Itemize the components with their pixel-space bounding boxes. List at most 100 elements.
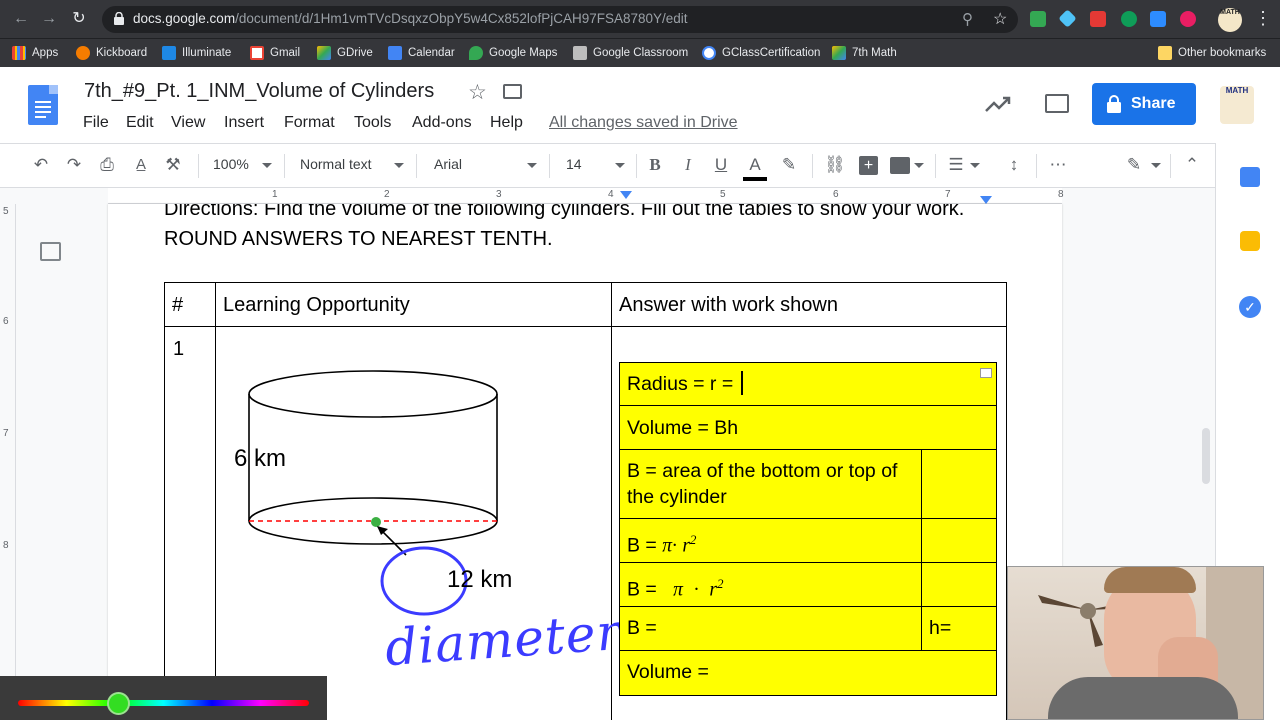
share-button[interactable]: Share — [1092, 83, 1196, 125]
align-left-icon[interactable]: ☰ — [946, 155, 966, 175]
text-color-icon[interactable]: A — [743, 155, 767, 181]
editing-mode-chevron-down-icon[interactable] — [1151, 163, 1161, 168]
print-icon[interactable]: ⎙ — [97, 155, 117, 175]
font-size-chevron-down-icon[interactable] — [615, 163, 625, 168]
extension-red-icon[interactable] — [1090, 11, 1106, 27]
font-size-select[interactable]: 14 — [566, 156, 582, 172]
bookmark-other[interactable]: Other bookmarks — [1158, 43, 1266, 63]
document-page[interactable]: Directions: Find the volume of the follo… — [108, 204, 1062, 720]
chrome-menu-icon[interactable]: ⋮ — [1254, 8, 1272, 29]
volume-formula-row[interactable]: Volume = Bh — [627, 415, 738, 441]
bookmark-apps[interactable]: Apps — [12, 43, 58, 63]
ruler-mark: 8 — [3, 540, 9, 551]
bookmark-7th-math[interactable]: 7th Math — [832, 43, 897, 63]
bookmark-gdrive[interactable]: GDrive — [317, 43, 373, 63]
bookmark-calendar[interactable]: Calendar — [388, 43, 455, 63]
indent-marker[interactable] — [620, 191, 632, 199]
bookmark-google-maps[interactable]: Google Maps — [469, 43, 557, 63]
bookmark-gmail[interactable]: Gmail — [250, 43, 300, 63]
star-icon[interactable]: ☆ — [468, 80, 487, 105]
insert-link-icon[interactable]: ⛓ — [824, 155, 846, 175]
comments-icon[interactable] — [1045, 94, 1069, 113]
arrow-head — [377, 526, 388, 535]
answer-table[interactable]: Radius = r = Volume = Bh B = area of the… — [619, 362, 997, 696]
document-outline-icon[interactable] — [40, 242, 61, 261]
paint-format-icon[interactable]: ⚒ — [163, 155, 183, 175]
bookmark-gclass-certification[interactable]: GClassCertification — [702, 43, 820, 63]
row-number: 1 — [173, 338, 185, 360]
italic-icon[interactable]: I — [678, 155, 698, 175]
b-formula-row-1[interactable]: B = π· r2 — [627, 527, 696, 560]
add-comment-icon[interactable]: + — [859, 156, 878, 175]
highlight-color-icon[interactable]: ✎ — [779, 155, 799, 175]
scrollbar-thumb[interactable] — [1202, 428, 1210, 484]
volume-result-row[interactable]: Volume = — [627, 659, 709, 685]
reload-icon[interactable]: ↻ — [68, 8, 90, 30]
star-bookmark-icon[interactable]: ☆ — [993, 9, 1007, 29]
vertical-ruler[interactable]: 5 6 7 8 — [0, 204, 16, 720]
menu-insert[interactable]: Insert — [224, 114, 264, 132]
bookmark-google-classroom[interactable]: Google Classroom — [573, 43, 688, 63]
color-slider-track[interactable] — [18, 700, 309, 706]
bold-icon[interactable]: B — [645, 155, 665, 175]
extension-diamond-icon[interactable] — [1058, 9, 1077, 28]
b-formula-row-2[interactable]: B = π · r2 — [627, 571, 724, 604]
google-docs-logo-icon[interactable] — [28, 85, 58, 125]
insert-image-icon[interactable] — [890, 157, 910, 174]
extension-classroom-icon[interactable] — [1030, 11, 1046, 27]
zoom-search-icon[interactable]: ⚲ — [962, 10, 973, 28]
directions-text[interactable]: Directions: Find the volume of the follo… — [164, 204, 994, 254]
horizontal-ruler[interactable]: 1 2 3 4 5 6 7 8 — [108, 188, 1064, 204]
address-bar[interactable]: docs.google.com/document/d/1Hm1vmTVcDsqx… — [102, 6, 1018, 33]
radius-row[interactable]: Radius = r = — [627, 371, 744, 397]
illuminate-icon — [162, 46, 176, 60]
more-options-icon[interactable]: ⋯ — [1048, 155, 1068, 175]
menu-add-ons[interactable]: Add-ons — [412, 114, 472, 132]
font-chevron-down-icon[interactable] — [527, 163, 537, 168]
font-select[interactable]: Arial — [434, 156, 462, 172]
zoom-select[interactable]: 100% — [213, 156, 249, 172]
b-result-row[interactable]: B = — [627, 615, 657, 641]
b-definition-row[interactable]: B = area of the bottom or top of the cyl… — [627, 458, 917, 510]
menu-tools[interactable]: Tools — [354, 114, 391, 132]
height-input-cell[interactable]: h= — [929, 615, 951, 641]
forward-icon[interactable]: → — [38, 8, 60, 30]
align-chevron-down-icon[interactable] — [970, 163, 980, 168]
collapse-menus-icon[interactable]: ⌃ — [1182, 155, 1202, 175]
move-folder-icon[interactable] — [503, 84, 522, 99]
undo-icon[interactable]: ↶ — [31, 155, 51, 175]
style-select[interactable]: Normal text — [300, 156, 372, 172]
redo-icon[interactable]: ↷ — [64, 155, 84, 175]
account-avatar[interactable]: MATH — [1220, 86, 1254, 124]
keep-icon[interactable] — [1240, 231, 1260, 251]
menu-help[interactable]: Help — [490, 114, 523, 132]
line-spacing-icon[interactable]: ↕ — [1004, 155, 1024, 175]
activity-trend-icon[interactable] — [985, 96, 1011, 114]
save-status[interactable]: All changes saved in Drive — [549, 114, 738, 132]
bookmark-kickboard[interactable]: Kickboard — [76, 43, 147, 63]
calendar-icon[interactable] — [1240, 167, 1260, 187]
extension-zoom-icon[interactable] — [1150, 11, 1166, 27]
tasks-icon[interactable]: ✓ — [1239, 296, 1261, 318]
extension-pink-icon[interactable] — [1180, 11, 1196, 27]
zoom-chevron-down-icon[interactable] — [262, 163, 272, 168]
back-icon[interactable]: ← — [10, 8, 32, 30]
ruler-mark: 5 — [720, 189, 726, 200]
document-title[interactable]: 7th_#9_Pt. 1_INM_Volume of Cylinders — [84, 80, 434, 103]
bookmark-illuminate[interactable]: Illuminate — [162, 43, 231, 63]
style-chevron-down-icon[interactable] — [394, 163, 404, 168]
menu-file[interactable]: File — [83, 114, 109, 132]
menu-view[interactable]: View — [171, 114, 205, 132]
color-slider-handle[interactable] — [107, 692, 130, 715]
underline-icon[interactable]: U — [711, 155, 731, 175]
image-chevron-down-icon[interactable] — [914, 163, 924, 168]
extension-hangouts-icon[interactable] — [1121, 11, 1137, 27]
spellcheck-icon[interactable]: A̲ — [131, 155, 151, 175]
table-options-chevron-icon[interactable] — [980, 368, 992, 378]
menu-edit[interactable]: Edit — [126, 114, 154, 132]
worksheet-table[interactable]: # Learning Opportunity Answer with work … — [164, 282, 1007, 720]
right-indent-marker[interactable] — [980, 196, 992, 204]
profile-avatar[interactable]: MATH — [1218, 8, 1242, 32]
editing-mode-pencil-icon[interactable]: ✎ — [1124, 155, 1144, 175]
menu-format[interactable]: Format — [284, 114, 335, 132]
